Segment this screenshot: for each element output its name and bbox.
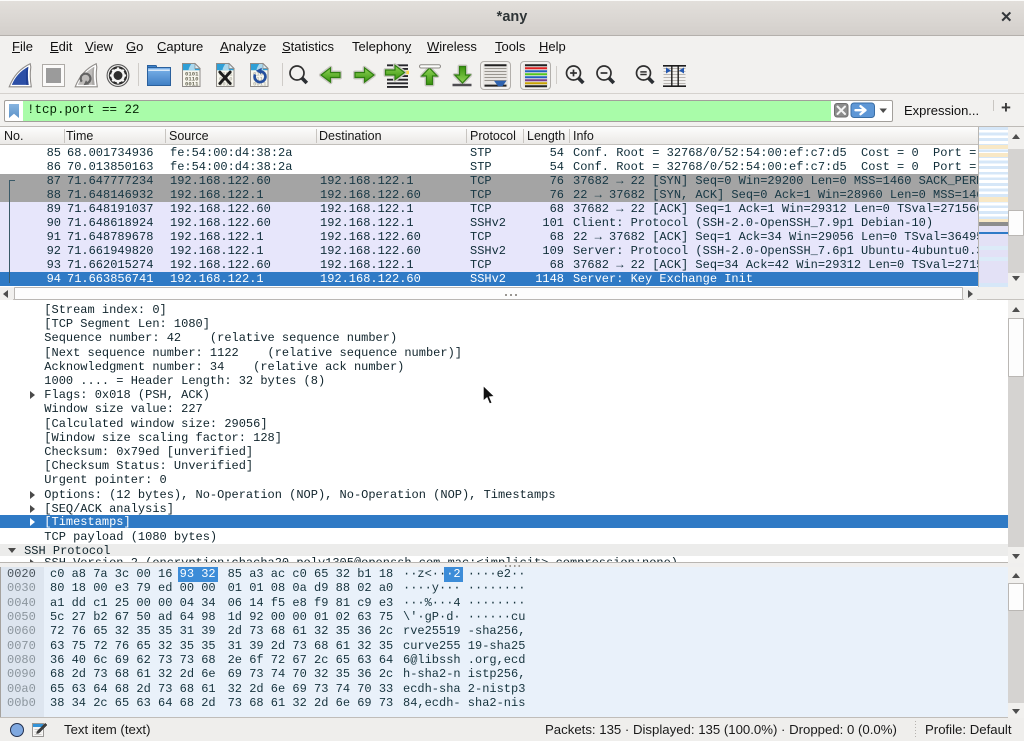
svg-text:0011: 0011 [185, 81, 199, 88]
